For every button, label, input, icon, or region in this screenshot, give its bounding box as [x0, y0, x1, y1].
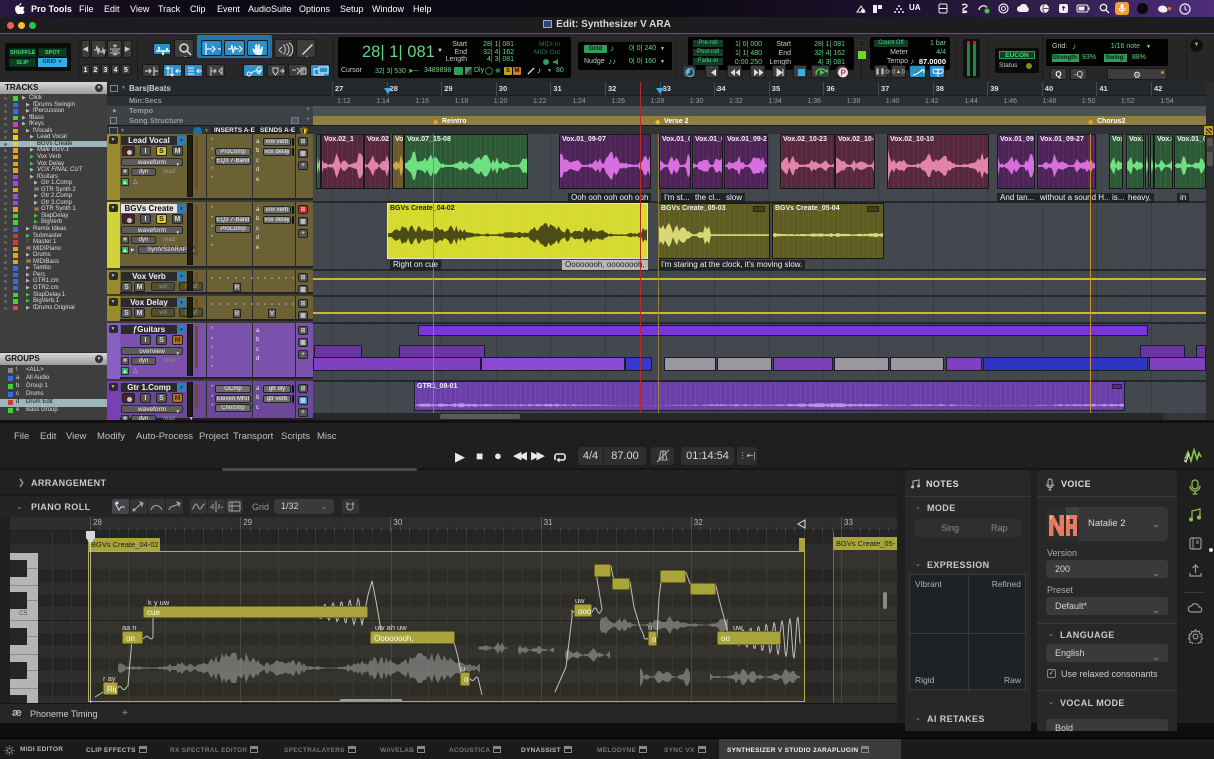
svg-text:P: P [841, 69, 847, 78]
